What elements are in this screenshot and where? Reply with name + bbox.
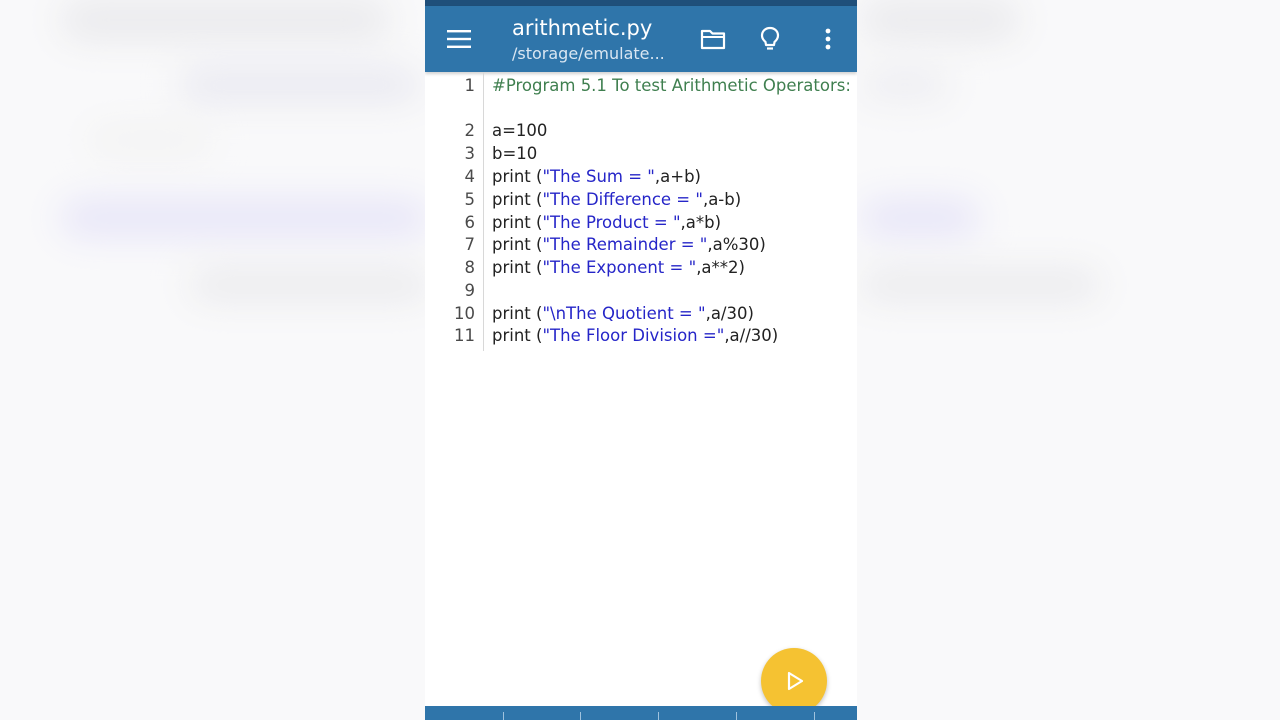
code-token: print ( [492,235,543,254]
gutter-divider [483,72,484,351]
play-icon [787,671,804,691]
code-token: ,a**2) [696,258,745,277]
line-number: 1 [464,76,476,95]
code-token: print ( [492,167,543,186]
line-number: 6 [464,213,476,232]
menu-icon[interactable] [439,19,479,59]
code-token: ,a*b) [680,213,722,232]
line-number: 5 [464,190,476,209]
code-token: ,a/30) [705,304,754,323]
line-number: 10 [454,304,475,323]
line-number: 3 [464,144,476,163]
string-token: "The Difference = " [542,190,703,209]
symbol-bar[interactable] [425,706,857,720]
symbol-separator [814,712,815,720]
symbol-separator [736,712,737,720]
code-token: b=10 [492,144,538,163]
string-token: "The Sum = " [542,167,655,186]
run-button[interactable] [761,648,827,714]
more-vert-icon[interactable] [808,19,848,59]
symbol-separator [658,712,659,720]
lightbulb-icon[interactable] [750,19,790,59]
line-number: 2 [464,121,476,140]
line-number: 9 [464,281,476,300]
string-token: "The Remainder = " [542,235,708,254]
code-editor[interactable]: 1 #Program 5.1 To test Arithmetic Operato… [425,72,857,708]
symbol-separator [580,712,581,720]
code-token: print ( [492,190,543,209]
string-token: "The Exponent = " [542,258,697,277]
code-token: ,a//30) [724,326,779,345]
string-token: "The Floor Division =" [542,326,725,345]
code-token: ,a-b) [702,190,742,209]
symbol-separator [503,712,504,720]
code-text: a=100 [492,120,852,143]
string-token: "\nThe Quotient = " [542,304,706,323]
file-title: arithmetic.py [512,16,653,40]
code-text: print ("\nThe Quotient = ",a/30) [492,303,852,326]
folder-icon[interactable] [693,19,733,59]
line-number: 8 [464,258,476,277]
line-number: 4 [464,167,476,186]
code-text: print ("The Exponent = ",a**2) [492,257,852,280]
line-number: 7 [464,235,476,254]
string-token: "The Product = " [542,213,681,232]
code-text: #Program 5.1 To test Arithmetic Operator… [492,75,852,98]
code-text: print ("The Floor Division =",a//30) [492,325,852,348]
app-bar: arithmetic.py /storage/emulate... [425,6,857,72]
code-text: print ("The Remainder = ",a%30) [492,234,852,257]
title-block: arithmetic.py /storage/emulate... [512,14,687,65]
code-text: b=10 [492,143,852,166]
code-token: a=100 [492,121,548,140]
code-text: print ("The Product = ",a*b) [492,212,852,235]
phone-screen: arithmetic.py /storage/emulate... 1 #Pro… [425,0,857,720]
code-token: print ( [492,326,543,345]
comment-token: #Program 5.1 To test Arithmetic Operator… [492,76,851,95]
code-token: print ( [492,213,543,232]
line-number: 11 [454,326,475,345]
code-token: print ( [492,258,543,277]
code-text: print ("The Difference = ",a-b) [492,189,852,212]
code-token: ,a+b) [654,167,701,186]
code-token: ,a%30) [707,235,766,254]
code-text: print ("The Sum = ",a+b) [492,166,852,189]
file-path: /storage/emulate... [512,44,665,63]
code-token: print ( [492,304,543,323]
